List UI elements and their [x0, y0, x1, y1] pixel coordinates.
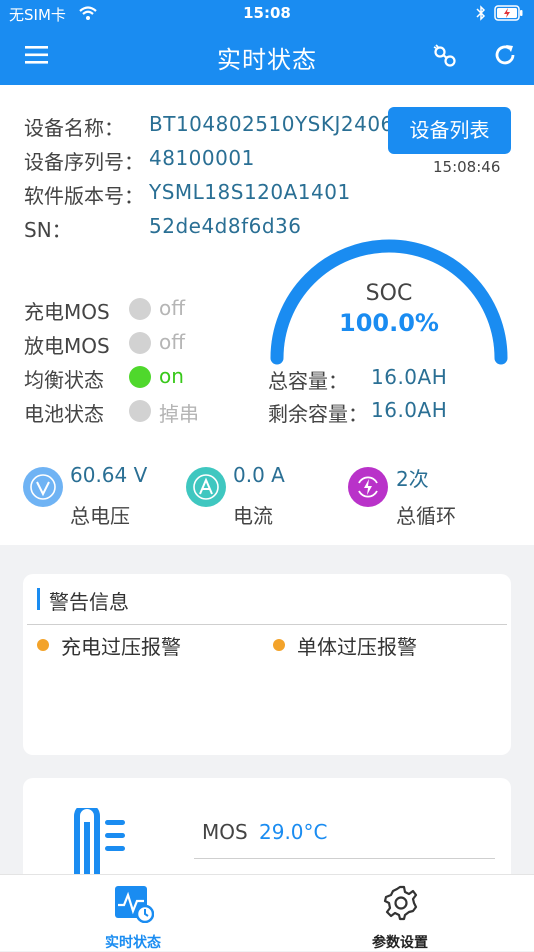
battery-state-label: 电池状态	[24, 402, 104, 426]
discharge-mos-label: 放电MOS	[24, 334, 110, 358]
warning-title: 警告信息	[49, 590, 129, 614]
current-label: 电流	[233, 504, 273, 528]
tab-parameter-settings[interactable]: 参数设置	[340, 881, 460, 951]
device-list-button[interactable]: 设备列表	[388, 107, 511, 154]
total-capacity-value: 16.0AH	[371, 365, 448, 389]
voltage-icon	[23, 467, 63, 507]
tab-settings-label: 参数设置	[372, 935, 428, 951]
warning-dot	[273, 639, 285, 651]
remaining-capacity-label: 剩余容量：	[268, 402, 368, 426]
balance-label: 均衡状态	[24, 368, 104, 392]
discharge-mos-state: off	[159, 330, 186, 354]
cycle-icon	[348, 467, 388, 507]
warning-card: 警告信息 充电过压报警 单体过压报警	[23, 574, 511, 755]
version-value: YSML18S120A1401	[149, 180, 351, 204]
clock: 15:08	[243, 4, 291, 22]
charge-mos-indicator	[129, 298, 151, 320]
current-value: 0.0 A	[233, 463, 285, 487]
soc-label: SOC	[365, 281, 413, 306]
serial-label: 设备序列号：	[24, 150, 144, 174]
total-capacity-label: 总容量：	[268, 369, 348, 393]
charge-mos-label: 充电MOS	[24, 300, 110, 324]
warning-item: 单体过压报警	[297, 635, 417, 659]
voltage-value: 60.64 V	[70, 463, 148, 487]
disconnect-link-icon[interactable]	[432, 43, 458, 73]
battery-icon	[494, 5, 524, 25]
device-name-value: BT104802510YSKJ2406	[149, 112, 389, 136]
balance-indicator	[129, 366, 151, 388]
version-label: 软件版本号：	[24, 184, 144, 208]
gear-icon	[382, 885, 418, 925]
temperature-divider	[194, 858, 495, 859]
warning-divider	[27, 624, 507, 625]
voltage-label: 总电压	[70, 504, 130, 528]
battery-state-value: 掉串	[159, 402, 199, 426]
current-icon	[186, 467, 226, 507]
bluetooth-icon	[476, 5, 486, 25]
status-bar: 无SIM卡 15:08	[0, 0, 534, 28]
realtime-chart-icon	[114, 885, 155, 927]
tab-realtime-label: 实时状态	[105, 935, 161, 951]
sn-label: SN：	[24, 218, 72, 242]
mos-temperature-label: MOS	[202, 820, 248, 844]
tab-bar: 实时状态 参数设置	[0, 874, 534, 951]
warning-item: 充电过压报警	[61, 635, 181, 659]
thermometer-icon	[65, 803, 145, 882]
tab-realtime-status[interactable]: 实时状态	[73, 881, 193, 951]
charge-mos-state: off	[159, 296, 186, 320]
serial-value: 48100001	[149, 146, 255, 170]
refresh-icon[interactable]	[492, 42, 518, 72]
battery-state-indicator	[129, 400, 151, 422]
discharge-mos-indicator	[129, 332, 151, 354]
warning-dot	[37, 639, 49, 651]
info-panel: 设备名称： BT104802510YSKJ2406 设备列表 15:08:46 …	[0, 85, 534, 545]
device-name-label: 设备名称：	[24, 116, 124, 140]
warning-title-accent	[37, 588, 40, 610]
nav-bar: 实时状态	[0, 28, 534, 85]
mos-temperature-value: 29.0°C	[259, 820, 328, 844]
update-timestamp: 15:08:46	[433, 158, 501, 176]
remaining-capacity-value: 16.0AH	[371, 398, 448, 422]
cycle-label: 总循环	[396, 504, 456, 528]
balance-state: on	[159, 364, 184, 388]
soc-value: 100.0%	[339, 309, 439, 337]
cycle-value: 2次	[396, 467, 429, 491]
